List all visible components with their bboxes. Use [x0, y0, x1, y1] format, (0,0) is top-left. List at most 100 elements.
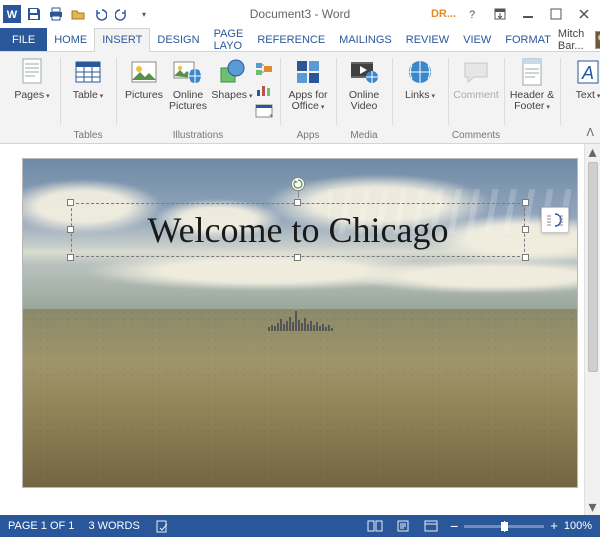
signed-in-user[interactable]: Mitch Bar... [558, 28, 600, 51]
resize-handle-w[interactable] [67, 226, 74, 233]
apps-for-office-button[interactable]: Apps for Office▾ [286, 56, 330, 113]
resize-handle-sw[interactable] [67, 254, 74, 261]
tab-insert[interactable]: INSERT [94, 28, 150, 52]
ribbon-tabs: FILE HOME INSERT DESIGN PAGE LAYO REFERE… [0, 28, 600, 52]
pages-button[interactable]: Pages▾ [10, 56, 54, 102]
quick-access-toolbar: W ▾ [0, 4, 154, 24]
pages-icon [16, 56, 48, 88]
zoom-level[interactable]: 100% [564, 520, 592, 532]
picture-skyline [23, 309, 577, 331]
zoom-slider[interactable] [464, 525, 544, 528]
pictures-icon [128, 56, 160, 88]
header-footer-button[interactable]: Header & Footer▾ [510, 56, 554, 113]
inserted-picture[interactable]: Welcome to Chicago [22, 158, 578, 488]
online-pictures-icon [172, 56, 204, 88]
group-apps: Apps for Office▾ Apps [280, 52, 336, 143]
links-button[interactable]: Links▾ [398, 56, 442, 102]
collapse-ribbon-button[interactable]: ᐱ [586, 126, 594, 139]
resize-handle-ne[interactable] [522, 199, 529, 206]
online-pictures-button[interactable]: Online Pictures [166, 56, 210, 112]
ribbon-display-options[interactable] [488, 4, 512, 24]
text-box-content[interactable]: Welcome to Chicago [147, 209, 448, 251]
zoom-in-button[interactable]: + [550, 521, 558, 531]
text-icon: A [572, 56, 600, 88]
comment-icon [460, 56, 492, 88]
resize-handle-s[interactable] [294, 254, 301, 261]
tab-file[interactable]: FILE [0, 28, 47, 51]
pictures-button[interactable]: Pictures [122, 56, 166, 101]
chart-button[interactable] [254, 81, 274, 99]
web-layout-button[interactable] [422, 519, 440, 533]
rotate-handle[interactable] [291, 177, 305, 191]
text-button[interactable]: A Text▾ [566, 56, 600, 102]
tab-home[interactable]: HOME [47, 28, 94, 51]
document-area[interactable]: Welcome to Chicago [0, 144, 600, 515]
vertical-scrollbar[interactable]: ▴ ▾ [584, 144, 600, 515]
resize-handle-n[interactable] [294, 199, 301, 206]
user-name: Mitch Bar... [558, 28, 591, 52]
shapes-button[interactable]: Shapes▾ [210, 56, 254, 102]
ribbon: Pages▾ Table▾ Tables Pictures Online P [0, 52, 600, 144]
resize-handle-se[interactable] [522, 254, 529, 261]
comment-button[interactable]: Comment [454, 56, 498, 101]
tab-format[interactable]: FORMAT [498, 28, 558, 51]
help-button[interactable]: ? [460, 4, 484, 24]
tab-mailings[interactable]: MAILINGS [332, 28, 399, 51]
scroll-down-button[interactable]: ▾ [585, 499, 600, 515]
status-page[interactable]: PAGE 1 OF 1 [8, 520, 74, 532]
text-box[interactable]: Welcome to Chicago [71, 203, 525, 257]
group-label-tables: Tables [60, 130, 116, 141]
zoom-slider-knob[interactable] [501, 522, 508, 531]
group-label-comments: Comments [448, 130, 504, 141]
tab-design[interactable]: DESIGN [150, 28, 206, 51]
group-pages: Pages▾ [0, 52, 60, 143]
open-button[interactable] [68, 4, 88, 24]
online-video-button[interactable]: Online Video [342, 56, 386, 112]
screenshot-button[interactable]: + [254, 102, 274, 120]
group-links: Links▾ [392, 52, 448, 143]
group-text: A Text▾ [560, 52, 600, 143]
tab-page-layout[interactable]: PAGE LAYO [207, 28, 251, 51]
scroll-thumb[interactable] [588, 162, 598, 372]
shapes-icon [216, 56, 248, 88]
word-app-icon: W [2, 4, 22, 24]
spelling-status-icon[interactable] [154, 519, 172, 533]
links-icon [404, 56, 436, 88]
tab-references[interactable]: REFERENCE [250, 28, 332, 51]
group-header-footer: Header & Footer▾ [504, 52, 560, 143]
qat-customize[interactable]: ▾ [134, 4, 154, 24]
group-media: Online Video Media [336, 52, 392, 143]
apps-for-office-icon [292, 56, 324, 88]
online-video-icon [348, 56, 380, 88]
resize-handle-nw[interactable] [67, 199, 74, 206]
resize-handle-e[interactable] [522, 226, 529, 233]
zoom-out-button[interactable]: − [450, 521, 458, 531]
layout-options-button[interactable] [541, 207, 569, 233]
smartart-button[interactable] [254, 60, 274, 78]
minimize-button[interactable] [516, 4, 540, 24]
text-box-frame[interactable]: Welcome to Chicago [71, 203, 525, 257]
print-layout-button[interactable] [394, 519, 412, 533]
group-illustrations: Pictures Online Pictures Shapes▾ + Illus… [116, 52, 280, 143]
save-button[interactable] [24, 4, 44, 24]
illustrations-small: + [254, 56, 274, 120]
status-words[interactable]: 3 WORDS [88, 520, 139, 532]
read-mode-button[interactable] [366, 519, 384, 533]
tab-review[interactable]: REVIEW [399, 28, 456, 51]
user-avatar-icon [595, 31, 600, 49]
group-label-media: Media [336, 130, 392, 141]
header-footer-icon [516, 56, 548, 88]
close-button[interactable] [572, 4, 596, 24]
ribbon-display-options-badge[interactable]: DR... [431, 8, 456, 20]
maximize-button[interactable] [544, 4, 568, 24]
group-label-illustrations: Illustrations [116, 130, 280, 141]
scroll-up-button[interactable]: ▴ [585, 144, 600, 160]
print-button[interactable] [46, 4, 66, 24]
undo-button[interactable] [90, 4, 110, 24]
table-button[interactable]: Table▾ [66, 56, 110, 102]
svg-text:W: W [7, 9, 18, 21]
redo-button[interactable] [112, 4, 132, 24]
svg-text:+: + [269, 113, 273, 119]
table-icon [72, 56, 104, 88]
tab-view[interactable]: VIEW [456, 28, 498, 51]
